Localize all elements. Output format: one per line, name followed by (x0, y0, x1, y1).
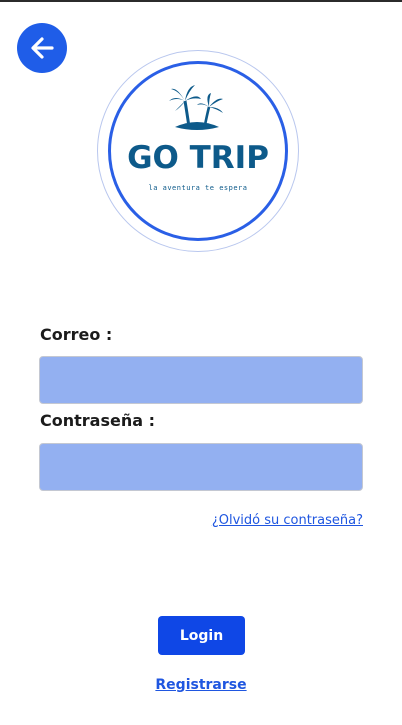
password-label: Contraseña : (40, 411, 155, 430)
go-trip-logo: GO TRIP la aventura te espera (97, 50, 299, 252)
logo-tagline: la aventura te espera (148, 184, 248, 192)
logo-title: GO TRIP (127, 140, 269, 176)
email-label: Correo : (40, 325, 113, 344)
back-button[interactable] (17, 23, 67, 73)
palm-island-icon (169, 85, 223, 130)
register-link[interactable]: Registrarse (0, 677, 402, 693)
top-divider (0, 0, 402, 2)
password-field[interactable] (39, 443, 363, 491)
email-field[interactable] (39, 356, 363, 404)
login-button[interactable]: Login (158, 616, 245, 655)
forgot-password-link[interactable]: ¿Olvidó su contraseña? (212, 513, 363, 528)
arrow-left-icon (31, 37, 54, 59)
